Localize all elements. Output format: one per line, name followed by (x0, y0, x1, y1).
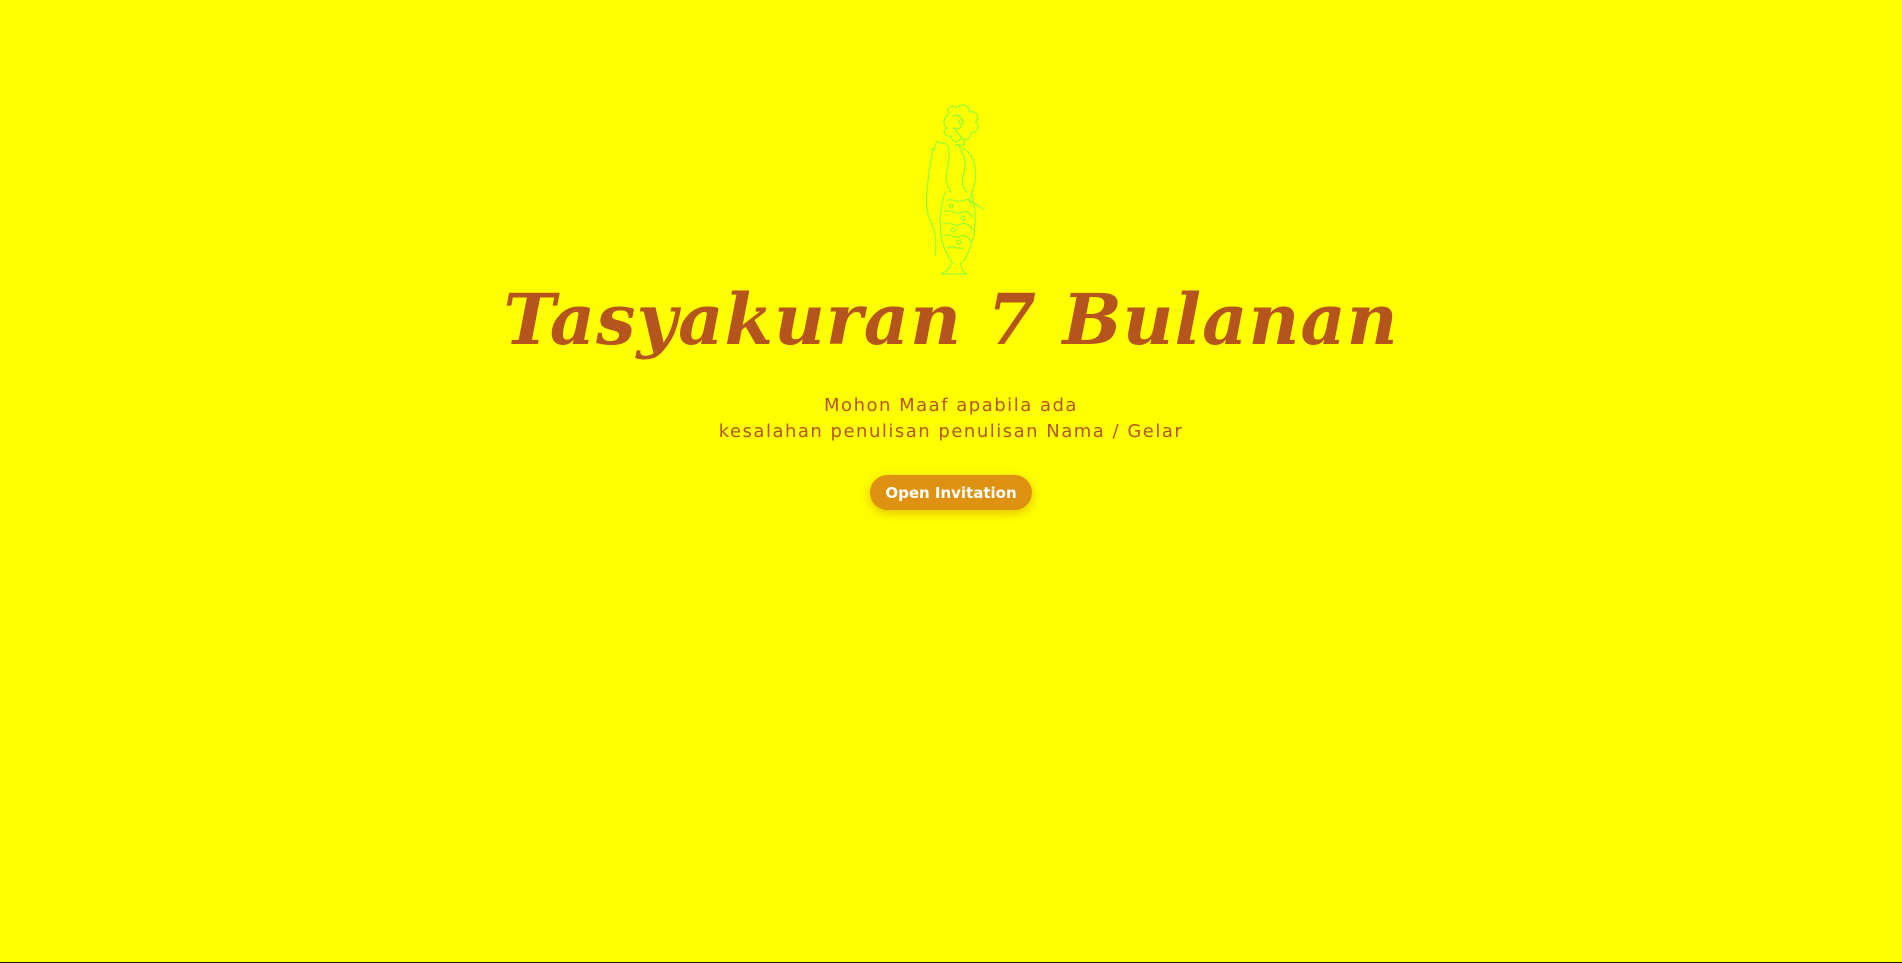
cover-page: Tasyakuran 7 Bulanan Mohon Maaf apabila … (0, 0, 1902, 963)
apology-message-line-1: Mohon Maaf apabila ada (824, 395, 1078, 416)
invitation-title: Tasyakuran 7 Bulanan (503, 278, 1399, 361)
apology-message-line-2: kesalahan penulisan penulisan Nama / Gel… (718, 421, 1184, 442)
cover-content: Tasyakuran 7 Bulanan Mohon Maaf apabila … (0, 100, 1902, 510)
open-invitation-button[interactable]: Open Invitation (870, 475, 1032, 510)
wayang-figure-icon (925, 104, 984, 275)
apology-message: Mohon Maaf apabila ada kesalahan penulis… (719, 393, 1184, 445)
